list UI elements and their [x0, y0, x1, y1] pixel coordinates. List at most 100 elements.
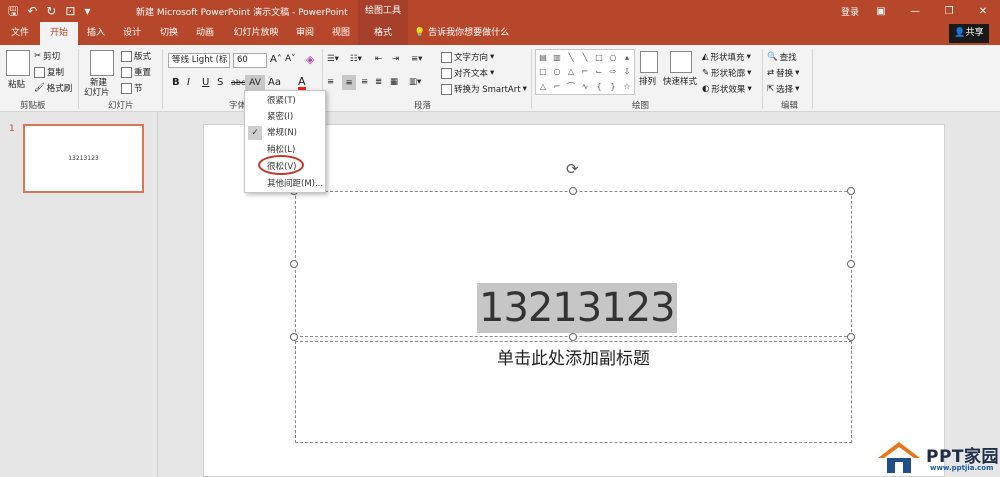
justify-icon[interactable]: ≣: [375, 77, 382, 87]
customize-qat-icon[interactable]: ▾: [84, 3, 90, 19]
distributed-icon[interactable]: ▦: [390, 77, 398, 87]
arrange-button[interactable]: 排列: [639, 75, 656, 87]
shape-star-icon[interactable]: ☆: [623, 82, 630, 91]
clear-formatting-icon[interactable]: ◈: [306, 53, 314, 66]
paste-icon[interactable]: [6, 50, 30, 76]
shape-rect-icon[interactable]: □: [595, 53, 603, 62]
italic-icon[interactable]: I: [187, 77, 190, 88]
font-name-box[interactable]: 等线 Light (标: [168, 53, 230, 68]
shape-outline-button[interactable]: ✎ 形状轮廓 ▾: [702, 67, 751, 79]
new-slide-label-2[interactable]: 幻灯片: [84, 86, 110, 98]
bullets-icon[interactable]: ☰▾: [327, 54, 339, 64]
spacing-tight[interactable]: 紧密(I): [245, 109, 325, 125]
copy-button[interactable]: 复制: [34, 66, 64, 78]
close-icon[interactable]: ✕: [966, 0, 1000, 22]
arrange-icon[interactable]: [640, 51, 658, 73]
shape-textbox-vertical-icon[interactable]: ▥: [553, 53, 561, 62]
tab-file[interactable]: 文件: [4, 22, 36, 45]
shape-textbox-icon[interactable]: ▤: [539, 53, 547, 62]
shadow-icon[interactable]: S: [217, 77, 223, 88]
shape-l-icon[interactable]: ⌐: [554, 82, 561, 91]
shape-effects-button[interactable]: ◐ 形状效果 ▾: [702, 83, 752, 95]
shape-triangle-icon[interactable]: △: [568, 67, 574, 76]
change-case-icon[interactable]: Aa: [268, 77, 281, 88]
replace-button[interactable]: ⇄ 替换 ▾: [767, 67, 799, 79]
shape-line2-icon[interactable]: ╲: [583, 53, 588, 62]
section-button[interactable]: 节: [121, 82, 143, 94]
select-button[interactable]: ⇱ 选择 ▾: [767, 83, 799, 95]
shape-curve-icon[interactable]: ⌒: [567, 81, 575, 92]
find-button[interactable]: 🔍 查找: [767, 51, 797, 63]
align-center-icon[interactable]: ≡: [342, 75, 356, 90]
redo-icon[interactable]: ↻: [46, 3, 56, 19]
line-spacing-icon[interactable]: ≡▾: [411, 54, 422, 64]
grow-font-icon[interactable]: A˄: [270, 54, 282, 65]
character-spacing-icon[interactable]: AV: [245, 75, 265, 91]
numbering-icon[interactable]: ☷▾: [350, 54, 362, 64]
resize-handle[interactable]: [290, 333, 298, 341]
shapes-gallery[interactable]: ▤ ▥ ╲ ╲ □ ○ ▴ □ ○ △ ⌐ ⌙ ⇨ ⇩ △ ⌐ ⌒ ∿ { } …: [535, 49, 635, 95]
share-button[interactable]: 👤共享: [949, 24, 989, 43]
convert-smartart-button[interactable]: 转换为 SmartArt ▾: [441, 83, 527, 95]
spacing-very-tight[interactable]: 很紧(T): [245, 93, 325, 109]
new-slide-icon[interactable]: [90, 50, 114, 76]
shape-fill-button[interactable]: ◭ 形状填充 ▾: [702, 51, 751, 63]
cut-button[interactable]: ✂ 剪切: [34, 50, 60, 62]
font-color-icon[interactable]: A: [298, 76, 306, 90]
strikethrough-icon[interactable]: abc: [231, 78, 245, 87]
font-size-box[interactable]: 60: [233, 53, 267, 68]
resize-handle[interactable]: [290, 260, 298, 268]
shape-triangle2-icon[interactable]: △: [540, 82, 546, 91]
align-text-button[interactable]: 对齐文本 ▾: [441, 67, 494, 79]
shape-freeform-icon[interactable]: ∿: [582, 82, 589, 91]
tab-animations[interactable]: 动画: [188, 22, 222, 45]
login-link[interactable]: 登录: [841, 5, 859, 18]
shape-line-icon[interactable]: ╲: [569, 53, 574, 62]
slide-title-text[interactable]: 13213123: [477, 283, 677, 333]
shape-brace-right-icon[interactable]: }: [610, 82, 615, 91]
resize-handle[interactable]: [569, 333, 577, 341]
shape-rect2-icon[interactable]: □: [539, 67, 547, 76]
slide-thumbnail[interactable]: 13213123: [23, 124, 144, 193]
minimize-icon[interactable]: —: [898, 0, 932, 22]
tab-slideshow[interactable]: 幻灯片放映: [228, 22, 284, 45]
paste-button[interactable]: 粘贴: [8, 78, 25, 90]
quick-styles-button[interactable]: 快速样式: [663, 75, 697, 87]
underline-icon[interactable]: U: [202, 77, 209, 88]
increase-indent-icon[interactable]: ⇥: [392, 54, 399, 64]
tell-me-box[interactable]: 💡 告诉我你想要做什么: [414, 22, 509, 45]
resize-handle[interactable]: [847, 187, 855, 195]
shape-elbow-icon[interactable]: ⌐: [582, 67, 589, 76]
resize-handle[interactable]: [847, 260, 855, 268]
spacing-normal[interactable]: ✓ 常规(N): [245, 125, 325, 141]
align-right-icon[interactable]: ≡: [361, 77, 368, 87]
tab-review[interactable]: 审阅: [288, 22, 322, 45]
start-from-beginning-icon[interactable]: ⊡: [65, 3, 75, 19]
tab-transitions[interactable]: 切换: [152, 22, 186, 45]
tab-insert[interactable]: 插入: [80, 22, 112, 45]
layout-button[interactable]: 版式: [121, 50, 151, 62]
tab-design[interactable]: 设计: [116, 22, 148, 45]
tab-format[interactable]: 格式: [358, 22, 408, 45]
decrease-indent-icon[interactable]: ⇤: [375, 54, 382, 64]
save-icon[interactable]: 🖫: [8, 3, 18, 19]
ribbon-display-options-icon[interactable]: ▣: [864, 0, 898, 22]
spacing-more[interactable]: 其他间距(M)...: [245, 176, 325, 192]
resize-handle[interactable]: [569, 187, 577, 195]
shape-arrow-icon[interactable]: ⇨: [610, 67, 617, 76]
subtitle-text[interactable]: 单击此处添加副标题: [295, 344, 852, 369]
shrink-font-icon[interactable]: A˅: [285, 54, 296, 64]
shape-circle-icon[interactable]: ○: [554, 67, 561, 76]
shape-elbow2-icon[interactable]: ⌙: [596, 67, 603, 76]
shape-brace-left-icon[interactable]: {: [596, 82, 601, 91]
align-left-icon[interactable]: ≡: [327, 77, 334, 87]
undo-icon[interactable]: ↶: [27, 3, 37, 19]
shape-more-icon[interactable]: ▴: [625, 53, 629, 62]
reset-button[interactable]: 重置: [121, 66, 151, 78]
resize-handle[interactable]: [847, 333, 855, 341]
rotate-handle-icon[interactable]: ⟳: [566, 160, 579, 178]
tab-home[interactable]: 开始: [40, 22, 78, 45]
text-direction-button[interactable]: 文字方向 ▾: [441, 51, 494, 63]
quick-styles-icon[interactable]: [670, 51, 692, 73]
shape-down-arrow-icon[interactable]: ⇩: [624, 67, 631, 76]
